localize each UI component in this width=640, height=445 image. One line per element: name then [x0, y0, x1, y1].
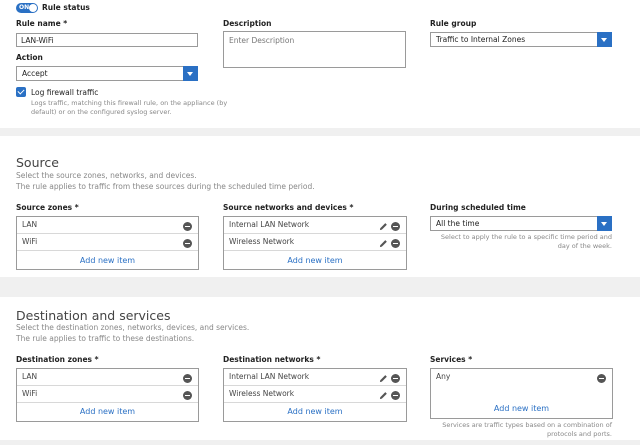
add-new-item-link[interactable]: Add new item	[431, 404, 612, 413]
remove-icon[interactable]	[391, 239, 400, 248]
services-list: Any Add new item	[430, 368, 613, 419]
pencil-icon[interactable]	[379, 374, 388, 383]
remove-icon[interactable]	[183, 239, 192, 248]
source-zones-label: Source zones *	[16, 203, 79, 212]
list-item-label: WiFi	[22, 389, 38, 398]
source-subtitle-line: The rule applies to traffic from these s…	[16, 182, 315, 191]
remove-icon[interactable]	[391, 222, 400, 231]
schedule-select[interactable]: All the time	[430, 216, 612, 231]
list-item-label: Wireless Network	[229, 389, 295, 398]
destination-networks-list: Internal LAN Network Wireless Network Ad…	[223, 368, 407, 422]
source-networks-label: Source networks and devices *	[223, 203, 354, 212]
log-traffic-label: Log firewall traffic	[31, 88, 99, 97]
section-separator	[0, 440, 640, 445]
schedule-help: Select to apply the rule to a specific t…	[430, 233, 612, 250]
rule-group-label: Rule group	[430, 19, 477, 28]
log-traffic-help: Logs traffic, matching this firewall rul…	[31, 99, 227, 116]
list-item-label: Internal LAN Network	[229, 372, 310, 381]
list-item-label: LAN	[22, 372, 38, 381]
services-help: Services are traffic types based on a co…	[430, 421, 612, 438]
description-placeholder: Enter Description	[229, 36, 295, 45]
source-subtitle-line: Select the source zones, networks, and d…	[16, 171, 197, 180]
schedule-help-line: day of the week.	[557, 241, 612, 250]
destination-subtitle: Select the destination zones, networks, …	[16, 322, 249, 344]
toggle-knob	[29, 4, 37, 12]
rule-name-input[interactable]: LAN-WiFi	[16, 33, 198, 47]
pencil-icon[interactable]	[379, 239, 388, 248]
section-separator	[0, 128, 640, 136]
rule-group-select[interactable]: Traffic to Internal Zones	[430, 32, 612, 47]
list-item: WiFi	[17, 234, 198, 251]
description-textarea[interactable]: Enter Description	[223, 31, 406, 68]
remove-icon[interactable]	[391, 374, 400, 383]
destination-subtitle-line: Select the destination zones, networks, …	[16, 323, 250, 332]
source-zones-list: LAN WiFi Add new item	[16, 216, 199, 270]
chevron-down-icon[interactable]	[597, 32, 612, 47]
section-separator	[0, 277, 640, 297]
list-item-label: Internal LAN Network	[229, 220, 310, 229]
remove-icon[interactable]	[183, 222, 192, 231]
services-help-line: protocols and ports.	[546, 429, 612, 438]
action-label: Action	[16, 53, 43, 62]
chevron-down-icon[interactable]	[597, 216, 612, 231]
rule-status-toggle[interactable]: ON	[16, 3, 38, 13]
chevron-down-icon[interactable]	[183, 66, 198, 81]
remove-icon[interactable]	[391, 391, 400, 400]
add-new-item-link[interactable]: Add new item	[224, 407, 406, 416]
list-item-label: LAN	[22, 220, 38, 229]
list-item: Any	[431, 369, 612, 386]
schedule-value: All the time	[436, 219, 480, 228]
schedule-label: During scheduled time	[430, 203, 526, 212]
remove-icon[interactable]	[183, 391, 192, 400]
remove-icon[interactable]	[183, 374, 192, 383]
log-traffic-help-line: Logs traffic, matching this firewall rul…	[31, 99, 228, 107]
source-subtitle: Select the source zones, networks, and d…	[16, 170, 315, 192]
log-traffic-help-line: default) or on the configured syslog ser…	[31, 107, 172, 116]
list-item: Internal LAN Network	[224, 217, 406, 234]
schedule-help-line: Select to apply the rule to a specific t…	[440, 233, 612, 241]
destination-zones-list: LAN WiFi Add new item	[16, 368, 199, 422]
list-item-label: Wireless Network	[229, 237, 295, 246]
list-item: Internal LAN Network	[224, 369, 406, 386]
remove-icon[interactable]	[597, 374, 606, 383]
add-new-item-link[interactable]: Add new item	[17, 256, 198, 265]
source-title: Source	[16, 155, 59, 170]
source-networks-list: Internal LAN Network Wireless Network Ad…	[223, 216, 407, 270]
destination-networks-label: Destination networks *	[223, 355, 321, 364]
destination-subtitle-line: The rule applies to traffic to these des…	[16, 334, 195, 343]
rule-name-label: Rule name *	[16, 19, 68, 28]
list-item: LAN	[17, 217, 198, 234]
description-label: Description	[223, 19, 272, 28]
rule-status-label: Rule status	[42, 3, 90, 12]
log-traffic-checkbox[interactable]	[16, 87, 26, 97]
action-select[interactable]: Accept	[16, 66, 198, 81]
list-item-label: WiFi	[22, 237, 38, 246]
services-help-line: Services are traffic types based on a co…	[442, 421, 612, 429]
rule-group-value: Traffic to Internal Zones	[436, 35, 526, 44]
list-item: Wireless Network	[224, 386, 406, 403]
toggle-on-label: ON	[19, 4, 30, 11]
add-new-item-link[interactable]: Add new item	[17, 407, 198, 416]
add-new-item-link[interactable]: Add new item	[224, 256, 406, 265]
destination-zones-label: Destination zones *	[16, 355, 99, 364]
services-label: Services *	[430, 355, 473, 364]
destination-title: Destination and services	[16, 308, 171, 323]
list-item: Wireless Network	[224, 234, 406, 251]
action-value: Accept	[22, 69, 48, 78]
list-item: WiFi	[17, 386, 198, 403]
list-item-label: Any	[436, 372, 451, 381]
pencil-icon[interactable]	[379, 222, 388, 231]
pencil-icon[interactable]	[379, 391, 388, 400]
list-item: LAN	[17, 369, 198, 386]
